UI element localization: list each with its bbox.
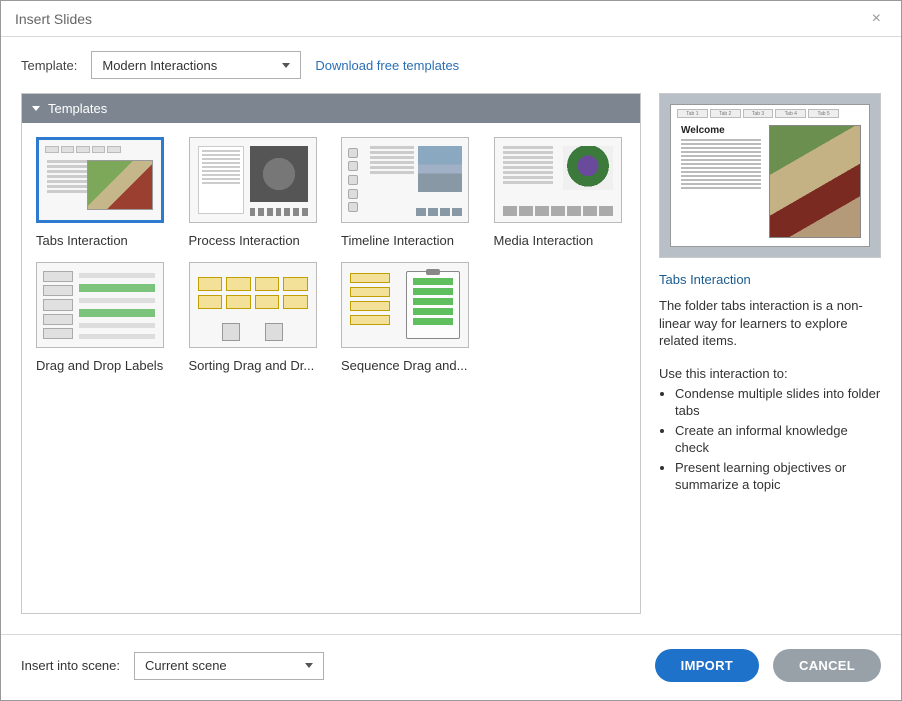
templates-panel: Templates Tabs Interaction Process Intera… — [21, 93, 641, 614]
preview-thumbnail: Tab 1Tab 2Tab 3Tab 4Tab 5 Welcome — [659, 93, 881, 258]
scene-select[interactable]: Current scene — [134, 652, 324, 680]
preview-tab: Tab 2 — [710, 109, 741, 118]
template-thumb — [189, 137, 317, 223]
template-item[interactable]: Media Interaction — [494, 137, 627, 248]
template-item[interactable]: Sequence Drag and... — [341, 262, 474, 373]
template-name: Drag and Drop Labels — [36, 358, 164, 373]
preview-title: Tabs Interaction — [659, 272, 881, 287]
preview-use-heading: Use this interaction to: — [659, 366, 881, 381]
preview-panel: Tab 1Tab 2Tab 3Tab 4Tab 5 Welcome Tabs I… — [659, 93, 881, 614]
template-selector-row: Template: Modern Interactions Download f… — [1, 37, 901, 93]
template-name: Process Interaction — [189, 233, 317, 248]
template-thumb — [341, 137, 469, 223]
template-item[interactable]: Sorting Drag and Dr... — [189, 262, 322, 373]
template-select-value: Modern Interactions — [102, 58, 217, 73]
template-name: Media Interaction — [494, 233, 622, 248]
template-thumb — [341, 262, 469, 348]
template-thumb — [36, 137, 164, 223]
chevron-down-icon — [282, 63, 290, 68]
template-item[interactable]: Process Interaction — [189, 137, 322, 248]
preview-bullet: Condense multiple slides into folder tab… — [675, 385, 881, 420]
template-label: Template: — [21, 58, 77, 73]
preview-tab: Tab 5 — [808, 109, 839, 118]
close-icon[interactable]: × — [866, 6, 887, 32]
preview-bullet: Create an informal knowledge check — [675, 422, 881, 457]
template-item[interactable]: Tabs Interaction — [36, 137, 169, 248]
titlebar: Insert Slides × — [1, 1, 901, 37]
dialog-title: Insert Slides — [15, 11, 92, 27]
collapse-icon — [32, 106, 40, 111]
template-name: Tabs Interaction — [36, 233, 164, 248]
scene-select-value: Current scene — [145, 658, 227, 673]
template-name: Sequence Drag and... — [341, 358, 469, 373]
chevron-down-icon — [305, 663, 313, 668]
preview-description: The folder tabs interaction is a non-lin… — [659, 297, 881, 350]
download-templates-link[interactable]: Download free templates — [315, 58, 459, 73]
template-item[interactable]: Drag and Drop Labels — [36, 262, 169, 373]
preview-heading: Welcome — [681, 125, 725, 136]
template-name: Timeline Interaction — [341, 233, 469, 248]
template-thumb — [36, 262, 164, 348]
preview-tab: Tab 4 — [775, 109, 806, 118]
import-button[interactable]: IMPORT — [655, 649, 759, 682]
preview-bullet: Present learning objectives or summarize… — [675, 459, 881, 494]
preview-image — [769, 125, 861, 238]
template-thumb — [494, 137, 622, 223]
templates-section-header[interactable]: Templates — [22, 94, 640, 123]
templates-section-title: Templates — [48, 101, 107, 116]
preview-tab: Tab 3 — [743, 109, 774, 118]
preview-tab: Tab 1 — [677, 109, 708, 118]
template-thumb — [189, 262, 317, 348]
template-select[interactable]: Modern Interactions — [91, 51, 301, 79]
template-item[interactable]: Timeline Interaction — [341, 137, 474, 248]
insert-scene-label: Insert into scene: — [21, 658, 120, 673]
template-name: Sorting Drag and Dr... — [189, 358, 317, 373]
preview-bullets: Condense multiple slides into folder tab… — [659, 385, 881, 496]
footer: Insert into scene: Current scene IMPORT … — [1, 634, 901, 700]
cancel-button[interactable]: CANCEL — [773, 649, 881, 682]
templates-grid: Tabs Interaction Process Interaction Timel… — [22, 123, 640, 387]
